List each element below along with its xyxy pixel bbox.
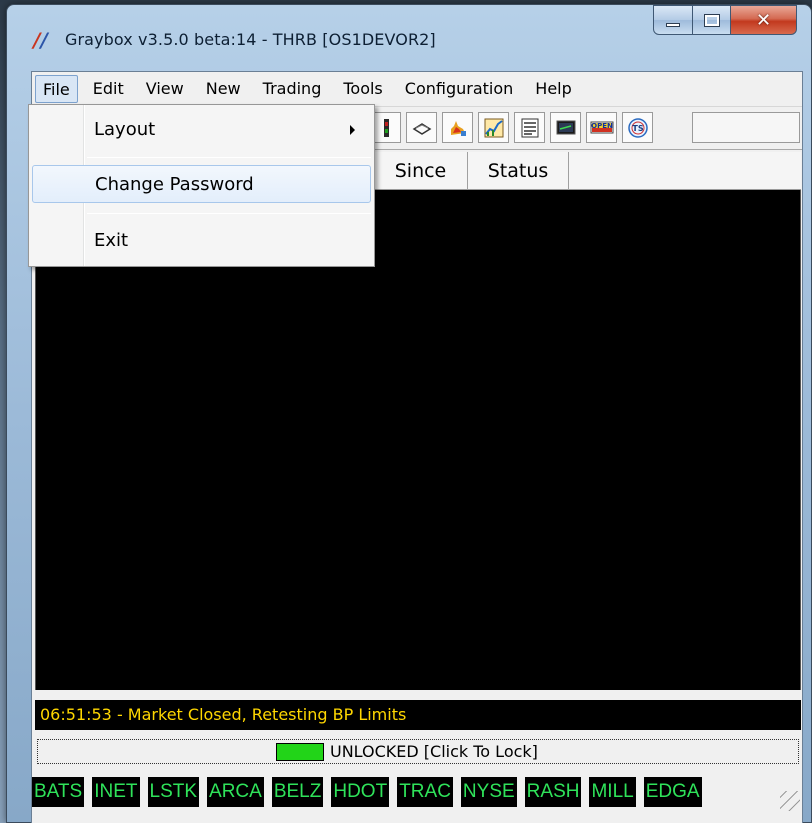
- maximize-button[interactable]: [693, 5, 731, 35]
- toolbar-button-chart[interactable]: [478, 112, 509, 143]
- minimize-button[interactable]: [653, 5, 693, 35]
- venue-lstk[interactable]: LSTK: [147, 777, 200, 807]
- open-icon: OPEN: [590, 121, 613, 133]
- menu-view[interactable]: View: [139, 75, 191, 103]
- menu-tools[interactable]: Tools: [336, 75, 389, 103]
- menu-item-layout-label: Layout: [94, 119, 156, 140]
- list-icon: [521, 118, 538, 137]
- window-title: Graybox v3.5.0 beta:14 - THRB [OS1DEVOR2…: [65, 30, 436, 49]
- venue-bats[interactable]: BATS: [32, 777, 85, 807]
- chart-icon: [484, 118, 503, 137]
- toolbar-button-fire[interactable]: [442, 112, 473, 143]
- book-icon: [412, 122, 431, 135]
- menu-separator: [87, 213, 371, 214]
- close-icon: ✕: [755, 9, 772, 31]
- submenu-arrow-icon: [350, 125, 355, 135]
- menu-file[interactable]: File: [35, 75, 78, 103]
- venue-belz[interactable]: BELZ: [271, 777, 324, 807]
- venue-hdot[interactable]: HDOT: [331, 777, 390, 807]
- lock-label: UNLOCKED [Click To Lock]: [330, 742, 538, 761]
- monitor-icon: [556, 120, 575, 134]
- venue-arca[interactable]: ARCA: [207, 777, 264, 807]
- lock-toggle[interactable]: UNLOCKED [Click To Lock]: [37, 739, 799, 764]
- venue-inet[interactable]: INET: [92, 777, 140, 807]
- column-header-since[interactable]: Since: [374, 152, 468, 190]
- svg-text:TS: TS: [632, 124, 643, 133]
- toolbar-button-list[interactable]: [514, 112, 545, 143]
- menu-item-exit-label: Exit: [94, 230, 129, 251]
- status-message: 06:51:53 - Market Closed, Retesting BP L…: [35, 700, 801, 730]
- graybox-app-icon: //: [33, 28, 48, 52]
- level2-icon: [383, 118, 389, 137]
- menu-help[interactable]: Help: [528, 75, 578, 103]
- maximize-icon: [703, 13, 720, 27]
- minimize-icon: [666, 23, 680, 27]
- menu-new[interactable]: New: [199, 75, 248, 103]
- menu-configuration[interactable]: Configuration: [398, 75, 521, 103]
- menu-separator: [87, 157, 371, 158]
- file-menu-dropdown: Layout Change Password Exit: [28, 104, 375, 267]
- menu-edit[interactable]: Edit: [86, 75, 131, 103]
- venue-edga[interactable]: EDGA: [643, 777, 702, 807]
- lock-status-indicator: [276, 743, 324, 761]
- toolbar-button-ts[interactable]: TS: [622, 112, 653, 143]
- menu-bar: File Edit View New Trading Tools Configu…: [32, 72, 802, 106]
- title-bar[interactable]: // Graybox v3.5.0 beta:14 - THRB [OS1DEV…: [7, 5, 811, 61]
- menu-item-layout[interactable]: Layout: [32, 111, 371, 149]
- menu-item-change-password-label: Change Password: [95, 174, 254, 195]
- toolbar-button-book[interactable]: [406, 112, 437, 143]
- column-header-status[interactable]: Status: [468, 152, 569, 190]
- venue-rash[interactable]: RASH: [524, 777, 582, 807]
- time-sales-icon: TS: [627, 117, 648, 138]
- venue-bar: BATS INET LSTK ARCA BELZ HDOT TRAC NYSE …: [32, 774, 792, 810]
- venue-mill[interactable]: MILL: [589, 777, 636, 807]
- menu-trading[interactable]: Trading: [256, 75, 329, 103]
- toolbar-button-monitor[interactable]: [550, 112, 581, 143]
- caption-buttons: ✕: [653, 5, 797, 35]
- svg-text:OPEN: OPEN: [591, 122, 613, 130]
- fire-icon: [450, 120, 466, 136]
- venue-nyse[interactable]: NYSE: [460, 777, 517, 807]
- menu-item-change-password[interactable]: Change Password: [32, 165, 371, 203]
- venue-trac[interactable]: TRAC: [397, 777, 453, 807]
- close-button[interactable]: ✕: [731, 5, 797, 35]
- menu-item-exit[interactable]: Exit: [32, 222, 371, 260]
- toolbar-button-open[interactable]: OPEN: [586, 112, 617, 143]
- toolbar-empty-slot: [692, 112, 800, 143]
- resize-grip[interactable]: [780, 791, 800, 811]
